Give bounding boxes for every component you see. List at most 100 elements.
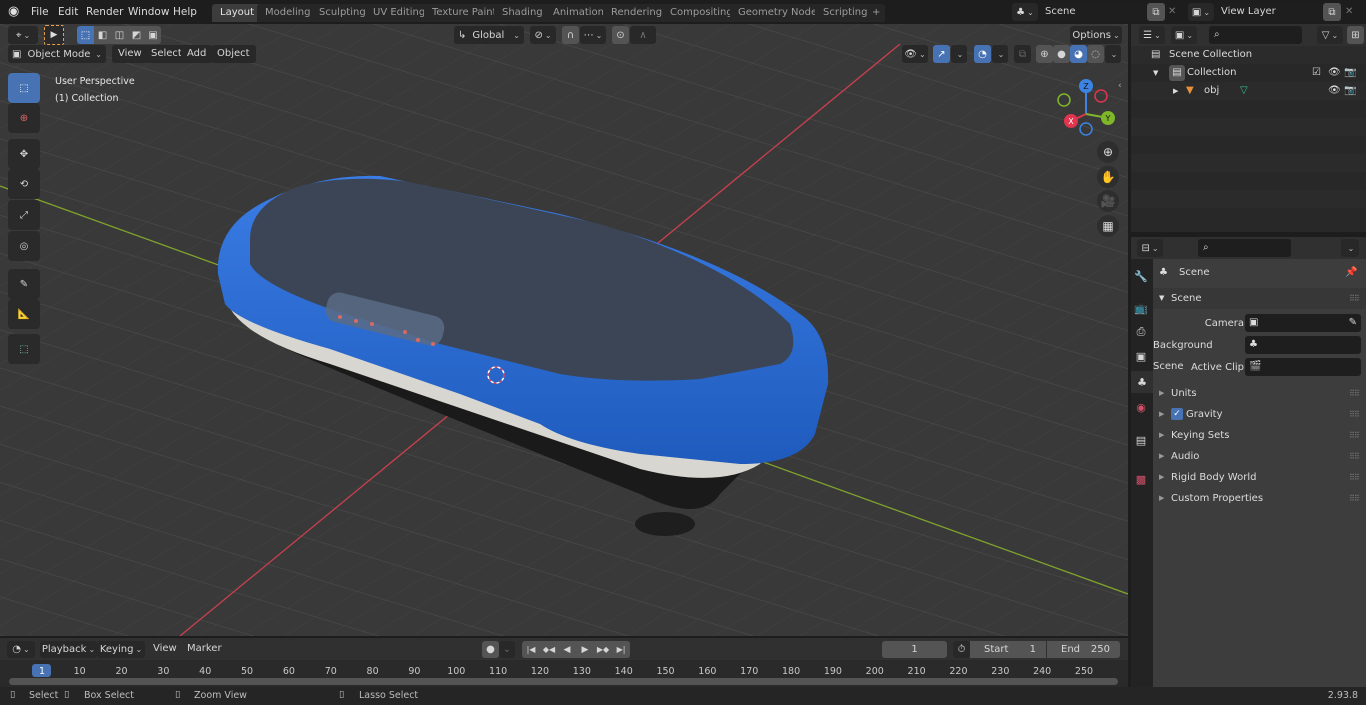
- keying-dropdown[interactable]: Keying ⌄: [97, 641, 145, 658]
- shading-wireframe[interactable]: ⊕: [1036, 45, 1053, 63]
- xray-toggle[interactable]: ⧉: [1014, 45, 1031, 63]
- view-layer-browse-button[interactable]: ▣ ⌄: [1188, 3, 1214, 21]
- perspective-toggle-button[interactable]: ▦: [1097, 215, 1119, 237]
- options-dropdown[interactable]: Options ⌄: [1070, 26, 1122, 44]
- eye-icon[interactable]: 👁: [1328, 82, 1341, 100]
- tool-add-cube[interactable]: ⬚: [8, 334, 40, 364]
- tweak-tool-button[interactable]: ▶: [44, 25, 64, 45]
- shading-material-preview[interactable]: ◕: [1070, 45, 1087, 63]
- tab-view-layer[interactable]: ▣: [1131, 345, 1151, 367]
- playback-dropdown[interactable]: Playback ⌄: [40, 641, 97, 658]
- select-invert-icon[interactable]: ◩: [128, 26, 145, 44]
- properties-editor-type[interactable]: ⊟ ⌄: [1137, 239, 1163, 257]
- panel-units[interactable]: ▶ Units ⠿⠿: [1153, 383, 1366, 404]
- expand-arrow-icon[interactable]: ▼: [1153, 64, 1158, 82]
- tab-collection[interactable]: ▤: [1131, 429, 1151, 451]
- tab-output[interactable]: ⎙: [1131, 321, 1151, 343]
- tab-render[interactable]: 📺: [1131, 297, 1151, 319]
- panel-audio[interactable]: ▶ Audio ⠿⠿: [1153, 446, 1366, 467]
- menu-window[interactable]: Window: [128, 0, 169, 24]
- tab-texture[interactable]: ▩: [1131, 468, 1151, 490]
- tab-animation[interactable]: Animation: [545, 4, 612, 22]
- gravity-checkbox[interactable]: ✓: [1171, 408, 1183, 420]
- preview-range-toggle[interactable]: ⏱: [953, 641, 970, 658]
- tab-rendering[interactable]: Rendering: [603, 4, 671, 22]
- outliner-editor-type[interactable]: ☰ ⌄: [1139, 26, 1165, 44]
- properties-options-dropdown[interactable]: ⌄: [1341, 239, 1359, 257]
- tab-uv-editing[interactable]: UV Editing: [365, 4, 434, 22]
- 3d-viewport[interactable]: ⌖ ⌄ ▶ ⬚ ◧ ◫ ◩ ▣ ↳ Global ⌄ ⊘ ⌄ ∩ ⋯ ⌄ ⊙ ∧ Opti…: [0, 24, 1128, 636]
- tab-compositing[interactable]: Compositing: [662, 4, 741, 22]
- shading-dropdown[interactable]: ⌄: [1105, 45, 1121, 63]
- new-scene-icon[interactable]: ⧉: [1147, 3, 1165, 21]
- tool-measure[interactable]: 📐: [8, 299, 40, 329]
- snap-target-dropdown[interactable]: ⋯ ⌄: [580, 26, 606, 44]
- drag-grip-icon[interactable]: ⠿⠿: [1349, 425, 1360, 446]
- outliner-search-input[interactable]: ⌕: [1209, 26, 1302, 44]
- sidebar-toggle-icon[interactable]: ‹: [1118, 81, 1122, 91]
- menu-render[interactable]: Render: [86, 0, 123, 24]
- select-extend-icon[interactable]: ◧: [94, 26, 111, 44]
- camera-render-icon[interactable]: 📷: [1344, 82, 1356, 100]
- panel-keying-sets[interactable]: ▶ Keying Sets ⠿⠿: [1153, 425, 1366, 446]
- panel-gravity[interactable]: ▶ ✓ Gravity ⠿⠿: [1153, 404, 1366, 425]
- timeline-scrollbar[interactable]: [9, 678, 1118, 685]
- jump-end-icon[interactable]: ▶|: [612, 641, 630, 658]
- background-scene-field[interactable]: ♣: [1245, 336, 1361, 354]
- tool-annotate[interactable]: ✎: [8, 269, 40, 299]
- drag-grip-icon[interactable]: ⠿⠿: [1349, 404, 1360, 425]
- tab-world[interactable]: ◉: [1131, 396, 1151, 418]
- menu-view[interactable]: View: [112, 45, 148, 63]
- tool-transform[interactable]: ◎: [8, 231, 40, 261]
- camera-view-button[interactable]: 🎥: [1097, 190, 1119, 212]
- start-frame-field[interactable]: Start 1: [970, 641, 1046, 658]
- menu-edit[interactable]: Edit: [58, 0, 78, 24]
- menu-file[interactable]: File: [31, 0, 49, 24]
- menu-marker[interactable]: Marker: [187, 643, 222, 654]
- expand-arrow-icon[interactable]: ▶: [1173, 82, 1178, 100]
- end-frame-field[interactable]: End 250: [1047, 641, 1120, 658]
- camera-field[interactable]: ▣ ✎: [1245, 314, 1361, 332]
- snap-toggle[interactable]: ∩: [562, 26, 579, 44]
- blender-logo-icon[interactable]: ◉: [8, 4, 24, 20]
- gizmo-dropdown[interactable]: ⌄: [951, 45, 967, 63]
- tab-modeling[interactable]: Modeling: [257, 4, 319, 22]
- outliner-filter-dropdown[interactable]: ▽ ⌄: [1317, 26, 1343, 44]
- eye-icon[interactable]: 👁: [1328, 64, 1341, 82]
- tab-scene[interactable]: ♣: [1131, 371, 1153, 393]
- mesh-data-icon[interactable]: ▽: [1240, 82, 1248, 100]
- menu-object[interactable]: Object: [211, 45, 256, 63]
- mode-dropdown[interactable]: ▣ Object Mode ⌄: [8, 45, 106, 63]
- outliner-row-scene-collection[interactable]: ▤ Scene Collection: [1131, 46, 1366, 64]
- select-intersect-icon[interactable]: ▣: [145, 26, 161, 44]
- drag-grip-icon[interactable]: ⠿⠿: [1349, 488, 1360, 509]
- timeline-editor-type[interactable]: ◔ ⌄: [7, 641, 35, 658]
- tool-rotate[interactable]: ⟲: [8, 169, 40, 199]
- navigation-gizmo[interactable]: Z Y X: [1052, 76, 1122, 138]
- select-subtract-icon[interactable]: ◫: [111, 26, 128, 44]
- camera-render-icon[interactable]: 📷: [1344, 64, 1356, 82]
- drag-grip-icon[interactable]: ⠿⠿: [1349, 446, 1360, 467]
- panel-scene-header[interactable]: ▼ Scene ⠿⠿: [1153, 288, 1366, 309]
- new-view-layer-icon[interactable]: ⧉: [1323, 3, 1341, 21]
- drag-grip-icon[interactable]: ⠿⠿: [1349, 288, 1360, 309]
- proportional-edit-toggle[interactable]: ⊙: [612, 26, 629, 44]
- menu-view[interactable]: View: [153, 643, 177, 654]
- tool-scale[interactable]: ⤢: [8, 200, 40, 230]
- play-icon[interactable]: ▶: [576, 641, 594, 658]
- menu-help[interactable]: Help: [173, 0, 197, 24]
- shading-solid[interactable]: ●: [1053, 45, 1070, 63]
- add-workspace-button[interactable]: +: [867, 4, 886, 22]
- overlay-dropdown[interactable]: ⌄: [992, 45, 1008, 63]
- next-keyframe-icon[interactable]: ▶◆: [594, 641, 612, 658]
- tool-cursor[interactable]: ⊕: [8, 103, 40, 133]
- tool-select-box[interactable]: ⬚: [8, 73, 40, 103]
- eyedropper-icon[interactable]: ✎: [1349, 312, 1357, 333]
- drag-grip-icon[interactable]: ⠿⠿: [1349, 383, 1360, 404]
- tool-move[interactable]: ✥: [8, 139, 40, 169]
- editor-type-button[interactable]: ⌖ ⌄: [8, 26, 38, 44]
- drag-grip-icon[interactable]: ⠿⠿: [1349, 467, 1360, 488]
- tab-layout[interactable]: Layout: [212, 4, 262, 22]
- tab-shading[interactable]: Shading: [494, 4, 551, 22]
- panel-custom-properties[interactable]: ▶ Custom Properties ⠿⠿: [1153, 488, 1366, 509]
